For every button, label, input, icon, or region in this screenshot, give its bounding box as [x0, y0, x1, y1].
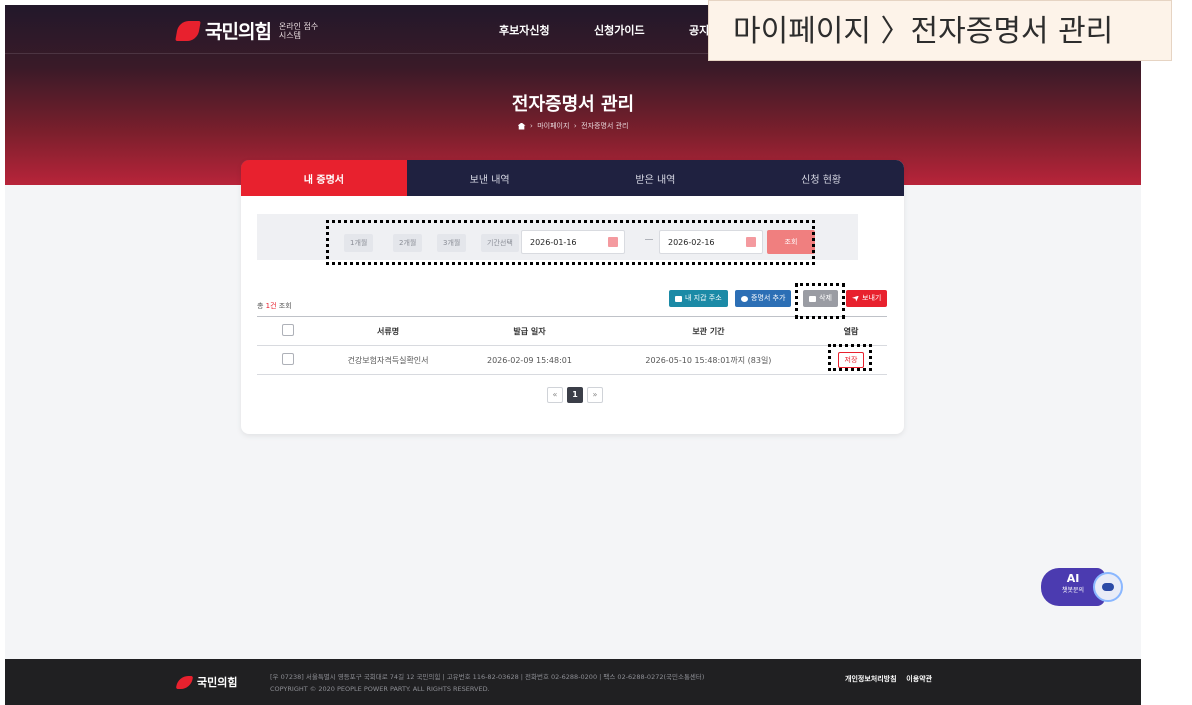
- header-view: 열람: [815, 316, 887, 346]
- tab-my-certificates[interactable]: 내 증명서: [241, 160, 407, 196]
- terms-link[interactable]: 이용약관: [906, 675, 932, 683]
- certificate-table: 서류명 발급 일자 보관 기간 열람 건강보험자격득실확인서 2026-02-0…: [257, 316, 887, 375]
- retention-period: 2026-05-10 15:48:01까지 (83일): [601, 345, 815, 375]
- breadcrumb-current: 전자증명서 관리: [581, 122, 629, 130]
- highlight-delete-button: [795, 283, 845, 319]
- logo-subtitle: 온라인 접수 시스템: [279, 22, 318, 40]
- result-count: 총 1건 조회: [257, 301, 292, 311]
- nav-apply-guide[interactable]: 신청가이드: [594, 22, 645, 38]
- result-count-prefix: 총: [257, 302, 266, 310]
- send-button[interactable]: 보내기: [846, 290, 888, 307]
- logo-text: 국민의힘: [205, 21, 272, 43]
- result-count-number: 1건: [265, 302, 277, 310]
- page-1-button[interactable]: 1: [567, 387, 583, 403]
- table-header-row: 서류명 발급 일자 보관 기간 열람: [257, 316, 887, 346]
- footer-address: [우 07238] 서울특별시 영등포구 국회대로 74길 12 국민의힘 | …: [270, 673, 705, 681]
- row-checkbox-cell: [257, 345, 319, 375]
- document-name: 건강보험자격득실확인서: [319, 345, 458, 375]
- tab-sent-history[interactable]: 보낸 내역: [407, 160, 573, 196]
- highlight-date-filter: [326, 220, 815, 265]
- wallet-icon: [675, 295, 682, 302]
- party-logo-icon: [175, 675, 194, 689]
- nav-candidate-apply[interactable]: 후보자신청: [499, 22, 550, 38]
- send-label: 보내기: [862, 294, 882, 302]
- footer-links: 개인정보처리방침 이용약관: [845, 674, 932, 684]
- logo-subtitle-line2: 시스템: [278, 30, 302, 40]
- tab-application-status[interactable]: 신청 현황: [738, 160, 904, 196]
- overlay-caption: 마이페이지 〉전자증명서 관리: [708, 0, 1172, 61]
- highlight-save-button: [828, 344, 872, 371]
- wallet-address-label: 내 지갑 주소: [685, 294, 722, 302]
- prev-page-button[interactable]: «: [547, 387, 563, 403]
- wallet-address-button[interactable]: 내 지갑 주소: [669, 290, 728, 307]
- party-logo-icon: [175, 20, 201, 41]
- header-retention: 보관 기간: [601, 316, 815, 346]
- page-title: 전자증명서 관리: [511, 94, 635, 115]
- table-row[interactable]: 건강보험자격득실확인서 2026-02-09 15:48:01 2026-05-…: [257, 345, 887, 375]
- next-page-button[interactable]: »: [587, 387, 603, 403]
- home-icon[interactable]: [517, 122, 526, 130]
- issue-date: 2026-02-09 15:48:01: [457, 345, 602, 375]
- footer-logo-text: 국민의힘: [197, 676, 238, 689]
- footer-copyright: COPYRIGHT © 2020 PEOPLE POWER PARTY. ALL…: [270, 685, 490, 693]
- header-issue-date: 발급 일자: [457, 316, 602, 346]
- tab-received-history[interactable]: 받은 내역: [573, 160, 739, 196]
- site-logo[interactable]: 국민의힘 온라인 접수 시스템: [175, 17, 318, 44]
- ai-chatbot-button[interactable]: AI 챗봇문의: [1041, 568, 1123, 606]
- add-certificate-label: 증명서 추가: [751, 294, 786, 302]
- select-all-checkbox[interactable]: [282, 324, 294, 336]
- footer-logo: 국민의힘: [175, 674, 238, 690]
- logo-subtitle-line1: 온라인 접수: [278, 21, 319, 31]
- privacy-policy-link[interactable]: 개인정보처리방침: [845, 675, 897, 683]
- header-document-name: 서류명: [319, 316, 458, 346]
- footer-info: [우 07238] 서울특별시 영등포구 국회대로 74길 12 국민의힘 | …: [270, 671, 704, 695]
- row-checkbox[interactable]: [282, 353, 294, 365]
- page: 국민의힘 온라인 접수 시스템 후보자신청 신청가이드 공지 전자증명서 관리 …: [5, 5, 1141, 705]
- nav-notice[interactable]: 공지: [689, 22, 709, 38]
- add-certificate-button[interactable]: 증명서 추가: [735, 290, 792, 307]
- breadcrumb-mypage[interactable]: 마이페이지: [537, 122, 569, 130]
- header-select-all: [257, 316, 319, 346]
- send-icon: [852, 295, 859, 302]
- certificate-card: 내 증명서 보낸 내역 받은 내역 신청 현황 1개월 2개월 3개월 기간선택…: [241, 160, 904, 434]
- pagination: « 1 »: [547, 387, 603, 403]
- breadcrumb: › 마이페이지 › 전자증명서 관리: [5, 121, 1141, 131]
- tab-bar: 내 증명서 보낸 내역 받은 내역 신청 현황: [241, 160, 904, 196]
- shield-icon: [741, 295, 748, 302]
- right-margin: [1141, 0, 1192, 705]
- footer: 국민의힘 [우 07238] 서울특별시 영등포구 국회대로 74길 12 국민…: [5, 659, 1141, 705]
- result-count-suffix: 조회: [276, 302, 292, 310]
- robot-icon: [1093, 572, 1123, 602]
